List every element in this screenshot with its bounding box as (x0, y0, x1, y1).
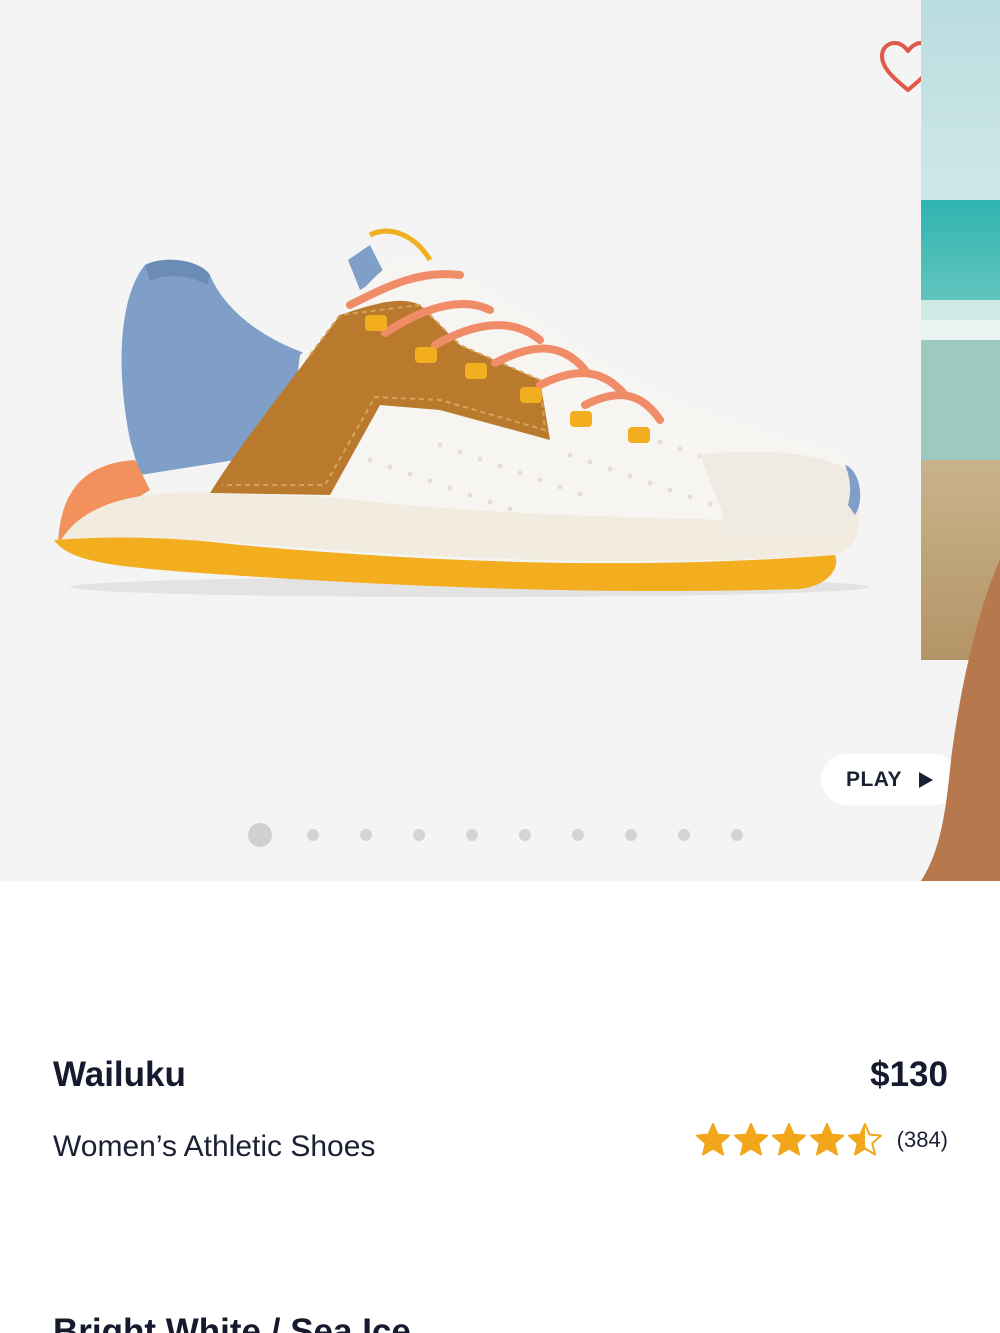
gallery-slide-next-peek[interactable] (921, 0, 1000, 881)
star-half-icon (847, 1123, 882, 1156)
gallery-dot-6[interactable] (519, 829, 531, 841)
selected-color-name: Bright White / Sea Ice (53, 1312, 411, 1333)
gallery-dot-8[interactable] (625, 829, 637, 841)
product-category: Women’s Athletic Shoes (53, 1130, 376, 1163)
product-title: Wailuku (53, 1055, 186, 1094)
star-full-icon (771, 1123, 806, 1156)
product-image-gallery[interactable]: PLAY (0, 0, 1000, 881)
gallery-pagination-dots (248, 823, 784, 847)
gallery-dot-9[interactable] (678, 829, 690, 841)
star-full-icon (695, 1123, 730, 1156)
product-price: $130 (870, 1055, 948, 1094)
rating-stars (695, 1122, 883, 1158)
gallery-dot-10[interactable] (731, 829, 743, 841)
gallery-dot-1[interactable] (248, 823, 272, 847)
product-image-shoe (54, 228, 870, 597)
gallery-dot-4[interactable] (413, 829, 425, 841)
play-button-label: PLAY (845, 767, 903, 791)
review-count: (384) (896, 1127, 948, 1152)
star-full-icon (809, 1123, 844, 1156)
gallery-dot-3[interactable] (360, 829, 372, 841)
product-rating[interactable]: (384) (695, 1120, 948, 1160)
gallery-dot-5[interactable] (466, 829, 478, 841)
gallery-slide-current[interactable]: PLAY (0, 0, 959, 881)
gallery-dot-7[interactable] (572, 829, 584, 841)
beach-photo-image (921, 0, 1000, 881)
star-full-icon (733, 1123, 768, 1156)
gallery-dot-2[interactable] (307, 829, 319, 841)
